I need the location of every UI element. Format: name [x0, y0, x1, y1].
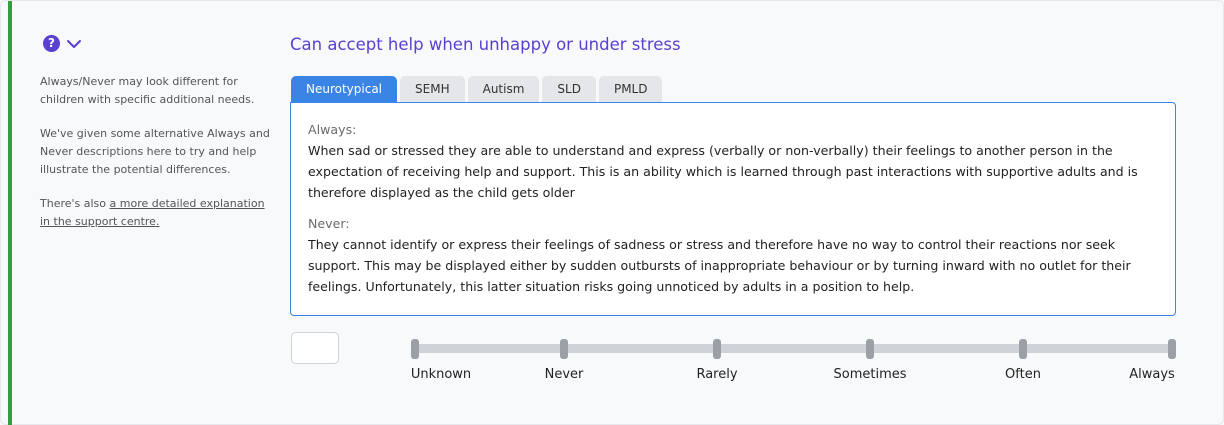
scale-label-often[interactable]: Often — [1005, 367, 1041, 382]
description-panel: Always: When sad or stressed they are ab… — [290, 102, 1176, 316]
scale-label-sometimes[interactable]: Sometimes — [833, 367, 906, 382]
slider-tick-never[interactable] — [560, 339, 568, 359]
scale-label-rarely[interactable]: Rarely — [696, 367, 737, 382]
always-text: When sad or stressed they are able to un… — [308, 143, 1138, 200]
rating-slider-track[interactable] — [415, 344, 1171, 353]
never-text: They cannot identify or express their fe… — [308, 237, 1131, 294]
page-title: Can accept help when unhappy or under st… — [290, 35, 681, 54]
scale-label-unknown[interactable]: Unknown — [411, 367, 471, 382]
tab-neurotypical[interactable]: Neurotypical — [291, 76, 398, 102]
help-paragraph: Always/Never may look different for chil… — [40, 75, 255, 106]
slider-tick-always[interactable] — [1168, 339, 1176, 359]
slider-tick-rarely[interactable] — [713, 339, 721, 359]
tab-pmld[interactable]: PMLD — [598, 76, 663, 102]
chevron-down-icon[interactable] — [66, 39, 82, 49]
help-paragraph: There's also a more detailed explanation… — [40, 195, 270, 231]
help-prefix: There's also — [40, 197, 110, 210]
help-toggle[interactable]: ? — [43, 35, 82, 52]
score-display[interactable] — [291, 332, 339, 364]
question-circle-icon[interactable]: ? — [43, 35, 60, 52]
always-label: Always: — [308, 122, 357, 137]
tab-autism[interactable]: Autism — [467, 76, 540, 102]
tab-semh[interactable]: SEMH — [400, 76, 465, 102]
status-accent-bar — [8, 1, 12, 425]
always-description: Always: When sad or stressed they are ab… — [308, 119, 1157, 203]
slider-tick-unknown[interactable] — [411, 339, 419, 359]
never-label: Never: — [308, 216, 350, 231]
help-paragraph: We've given some alternative Always and … — [40, 127, 270, 176]
tab-sld[interactable]: SLD — [542, 76, 596, 102]
slider-tick-sometimes[interactable] — [866, 339, 874, 359]
scale-label-never[interactable]: Never — [545, 367, 584, 382]
scale-label-always[interactable]: Always — [1129, 367, 1175, 382]
slider-tick-often[interactable] — [1019, 339, 1027, 359]
tab-bar: Neurotypical SEMH Autism SLD PMLD — [291, 76, 663, 102]
assessment-card: ? Always/Never may look different for ch… — [0, 0, 1224, 425]
never-description: Never: They cannot identify or express t… — [308, 213, 1157, 297]
help-sidebar: Always/Never may look different for chil… — [40, 73, 270, 247]
